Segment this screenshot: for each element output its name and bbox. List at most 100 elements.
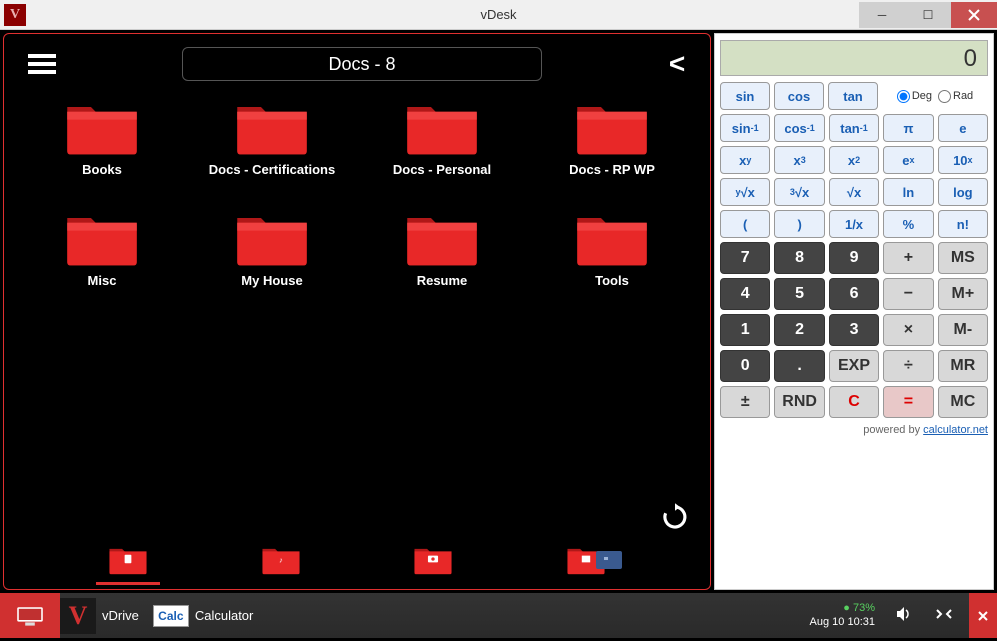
monitor-icon	[14, 605, 46, 627]
calc-button[interactable]: MC	[938, 386, 988, 418]
calc-button[interactable]: 5	[774, 278, 824, 310]
window-close-button[interactable]	[951, 2, 997, 28]
deg-rad-toggle[interactable]: Deg Rad	[882, 82, 988, 110]
taskbar-app-label: vDrive	[102, 608, 139, 623]
calc-sci-button[interactable]: y√x	[720, 178, 770, 206]
calc-sci-button[interactable]: )	[774, 210, 824, 238]
calc-button[interactable]: M+	[938, 278, 988, 310]
calc-sci-button[interactable]: 3√x	[774, 178, 824, 206]
calc-sci-button[interactable]: n!	[938, 210, 988, 238]
collapse-button[interactable]	[929, 607, 959, 624]
calculator-app-icon: Calc	[153, 598, 189, 634]
volume-button[interactable]	[889, 605, 919, 626]
folder-icon	[62, 96, 142, 156]
nav-item-camera[interactable]	[411, 543, 455, 579]
launcher-button[interactable]	[0, 593, 60, 638]
calc-sci-button[interactable]: tan	[828, 82, 878, 110]
calc-button[interactable]: 2	[774, 314, 824, 346]
folder-label: Docs - RP WP	[569, 162, 655, 177]
calc-sci-button[interactable]: sin	[720, 82, 770, 110]
calc-button[interactable]: MR	[938, 350, 988, 382]
calc-button[interactable]: 8	[774, 242, 824, 274]
folder-item[interactable]: Tools	[527, 207, 697, 288]
calc-button[interactable]: 6	[829, 278, 879, 310]
calc-sci-button[interactable]: %	[883, 210, 933, 238]
rad-radio[interactable]	[938, 90, 951, 103]
calc-sci-button[interactable]: √x	[829, 178, 879, 206]
folder-icon	[572, 207, 652, 267]
calc-button[interactable]: C	[829, 386, 879, 418]
panel-title: Docs - 8	[182, 47, 542, 81]
calc-sci-button[interactable]: cos-1	[774, 114, 824, 142]
taskbar: V vDrive Calc Calculator ● 73% Aug 10 10…	[0, 593, 997, 638]
folder-item[interactable]: Books	[17, 96, 187, 177]
taskbar-datetime: Aug 10 10:31	[810, 616, 875, 629]
window-minimize-button[interactable]: ─	[859, 2, 905, 28]
calc-sci-button[interactable]: ex	[883, 146, 933, 174]
window-title: vDesk	[480, 7, 516, 22]
folder-icon	[232, 207, 312, 267]
folder-label: Docs - Personal	[393, 162, 491, 177]
calc-sci-button[interactable]: x3	[774, 146, 824, 174]
folder-label: Resume	[417, 273, 468, 288]
calc-button[interactable]: M-	[938, 314, 988, 346]
calc-button[interactable]: −	[883, 278, 933, 310]
calc-button[interactable]: 1	[720, 314, 770, 346]
calc-sci-button[interactable]: 10x	[938, 146, 988, 174]
app-icon: V	[4, 4, 26, 26]
calc-button[interactable]: 3	[829, 314, 879, 346]
calc-sci-button[interactable]: 1/x	[829, 210, 879, 238]
calc-sci-button[interactable]: xy	[720, 146, 770, 174]
calc-button[interactable]: ±	[720, 386, 770, 418]
calc-button[interactable]: 9	[829, 242, 879, 274]
folder-item[interactable]: Resume	[357, 207, 527, 288]
calc-button[interactable]: ÷	[883, 350, 933, 382]
calc-sci-button[interactable]: x2	[829, 146, 879, 174]
calc-button[interactable]: MS	[938, 242, 988, 274]
volume-icon	[895, 605, 913, 623]
folder-item[interactable]: Docs - RP WP	[527, 96, 697, 177]
taskbar-app-calculator[interactable]: Calc Calculator	[153, 593, 268, 638]
calc-button[interactable]: 4	[720, 278, 770, 310]
refresh-button[interactable]	[660, 502, 690, 537]
calc-button[interactable]: =	[883, 386, 933, 418]
calc-sci-button[interactable]: π	[883, 114, 933, 142]
folder-label: My House	[241, 273, 302, 288]
close-icon	[978, 611, 988, 621]
nav-item-document[interactable]	[106, 543, 150, 579]
deg-radio[interactable]	[897, 90, 910, 103]
folder-item[interactable]: Docs - Certifications	[187, 96, 357, 177]
calc-button[interactable]: .	[774, 350, 824, 382]
calc-button[interactable]: +	[883, 242, 933, 274]
calculator-display: 0	[720, 40, 988, 76]
menu-button[interactable]	[12, 50, 72, 78]
calc-sci-button[interactable]: e	[938, 114, 988, 142]
calc-sci-button[interactable]: sin-1	[720, 114, 770, 142]
calc-sci-button[interactable]: log	[938, 178, 988, 206]
calc-button[interactable]: 7	[720, 242, 770, 274]
calculator-credit-link[interactable]: calculator.net	[923, 424, 988, 436]
calc-sci-button[interactable]: tan-1	[829, 114, 879, 142]
calc-button[interactable]: ×	[883, 314, 933, 346]
calc-sci-button[interactable]: (	[720, 210, 770, 238]
nav-blue-chip	[596, 551, 622, 569]
folder-item[interactable]: Docs - Personal	[357, 96, 527, 177]
window-titlebar: V vDesk ─ ☐	[0, 0, 997, 30]
calc-sci-button[interactable]: cos	[774, 82, 824, 110]
calc-button[interactable]: EXP	[829, 350, 879, 382]
calc-sci-button[interactable]: ln	[883, 178, 933, 206]
calc-footer-prefix: powered by	[863, 424, 923, 436]
nav-item-box[interactable]	[564, 543, 608, 579]
folder-icon	[232, 96, 312, 156]
taskbar-close-button[interactable]	[969, 593, 997, 638]
file-panel: Docs - 8 < BooksDocs - Certifications Doc…	[3, 33, 711, 590]
calc-button[interactable]: RND	[774, 386, 824, 418]
folder-item[interactable]: Misc	[17, 207, 187, 288]
nav-item-music[interactable]: ♪	[259, 543, 303, 579]
window-maximize-button[interactable]: ☐	[905, 2, 951, 28]
folder-item[interactable]: My House	[187, 207, 357, 288]
taskbar-app-vdrive[interactable]: V vDrive	[60, 593, 153, 638]
calc-button[interactable]: 0	[720, 350, 770, 382]
back-button[interactable]: <	[652, 48, 702, 80]
battery-percent: 73%	[853, 602, 875, 614]
